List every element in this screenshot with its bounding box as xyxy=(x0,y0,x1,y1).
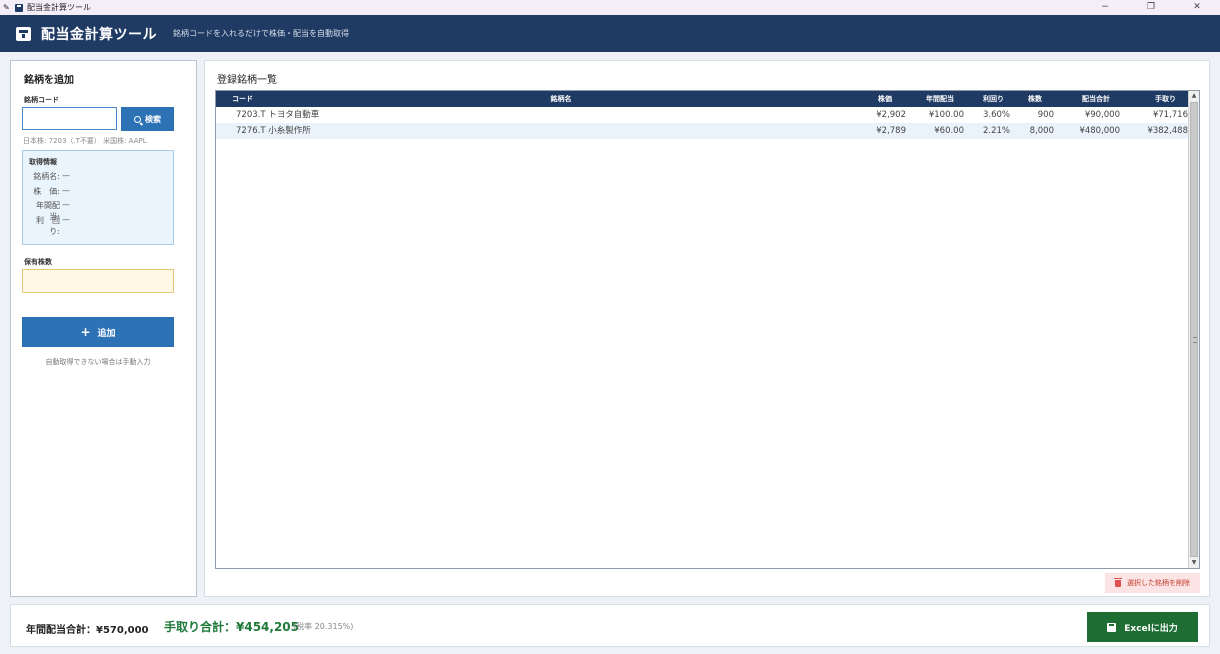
summary-footer: 年間配当合計：¥570,000 手取り合計：¥454,205 (税率 20.31… xyxy=(10,604,1210,647)
app-disk-icon xyxy=(15,3,23,12)
delete-selected-label: 選択した銘柄を削除 xyxy=(1127,579,1190,587)
delete-selected-button[interactable]: 選択した銘柄を削除 xyxy=(1105,573,1200,593)
add-note: 自動取得できない場合は手動入力 xyxy=(45,358,151,366)
annual-dividend-total: 年間配当合計：¥570,000 xyxy=(26,625,149,636)
info-value: — xyxy=(62,215,70,224)
cell-net: ¥71,716 xyxy=(1152,110,1188,120)
window-title: 配当金計算ツール xyxy=(27,3,91,12)
column-header-total[interactable]: 配当合計 xyxy=(1054,91,1110,107)
window-controls: − ❐ ✕ xyxy=(1082,0,1220,15)
column-header-yield[interactable]: 利回り xyxy=(964,91,1004,107)
fetched-info-title: 取得情報 xyxy=(29,158,57,166)
info-row-name: 銘柄名: — xyxy=(27,171,70,182)
code-hint: 日本株: 7203（.T不要） 米国株: AAPL xyxy=(23,137,147,145)
cell-price: ¥2,902 xyxy=(876,110,906,120)
info-row-price: 株 価: — xyxy=(27,186,70,197)
cell-shares: 8,000 xyxy=(1029,126,1054,136)
table-scrollbar[interactable]: ▲ ▼ xyxy=(1188,91,1199,568)
add-stock-panel: 銘柄を追加 銘柄コード 検索 日本株: 7203（.T不要） 米国株: AAPL… xyxy=(10,60,197,597)
close-button[interactable]: ✕ xyxy=(1174,0,1220,15)
cell-code-name: 7276.T 小糸製作所 xyxy=(236,126,311,136)
column-header-price[interactable]: 株価 xyxy=(836,91,892,107)
net-total: 手取り合計：¥454,205 xyxy=(164,620,300,634)
cell-net: ¥382,488 xyxy=(1147,126,1188,136)
app-subtitle: 銘柄コードを入れるだけで株価・配当を自動取得 xyxy=(173,29,349,38)
column-header-shares[interactable]: 株数 xyxy=(1010,91,1042,107)
cell-yield: 2.21% xyxy=(982,126,1010,136)
add-button-label: 追加 xyxy=(97,328,116,339)
tax-rate-note: (税率 20.315%) xyxy=(293,622,354,631)
code-label: 銘柄コード xyxy=(24,96,59,104)
table-header: コード 銘柄名 株価 年間配当 利回り 株数 配当合計 手取り xyxy=(216,91,1189,107)
column-header-dividend[interactable]: 年間配当 xyxy=(906,91,954,107)
restore-button[interactable]: ❐ xyxy=(1128,0,1174,15)
scrollbar-grip-icon xyxy=(1193,337,1197,343)
app-title: 配当金計算ツール xyxy=(41,26,157,43)
cell-dividend: ¥100.00 xyxy=(928,110,964,120)
pen-icon: ✎ xyxy=(3,3,10,12)
cell-total: ¥90,000 xyxy=(1084,110,1120,120)
info-key: 株 価: xyxy=(33,187,60,196)
info-value: — xyxy=(62,186,70,195)
scrollbar-thumb[interactable] xyxy=(1190,102,1198,557)
search-button[interactable]: 検索 xyxy=(121,107,174,131)
add-stock-title: 銘柄を追加 xyxy=(24,75,74,86)
stock-list-panel: 登録銘柄一覧 コード 銘柄名 株価 年間配当 利回り 株数 配当合計 手取り 7… xyxy=(204,60,1210,597)
column-header-code[interactable]: コード xyxy=(232,91,253,107)
cell-code-name: 7203.T トヨタ自動車 xyxy=(236,110,320,120)
fetched-info-box: 取得情報 銘柄名: — 株 価: — 年間配当: — 利 回り: — xyxy=(22,150,174,245)
app-header: 配当金計算ツール 銘柄コードを入れるだけで株価・配当を自動取得 xyxy=(0,15,1220,52)
window-titlebar: ✎ 配当金計算ツール − ❐ ✕ xyxy=(0,0,1220,15)
cell-price: ¥2,789 xyxy=(876,126,906,136)
shares-input[interactable] xyxy=(22,269,174,293)
info-value: — xyxy=(62,171,70,180)
cell-dividend: ¥60.00 xyxy=(934,126,964,136)
save-icon xyxy=(1107,622,1117,632)
table-row[interactable]: 7203.T トヨタ自動車 ¥2,902 ¥100.00 3.60% 900 ¥… xyxy=(216,107,1189,123)
plus-icon: + xyxy=(80,325,91,339)
info-key: 利 回り: xyxy=(36,216,60,236)
search-button-label: 検索 xyxy=(145,114,161,124)
info-key: 銘柄名: xyxy=(33,172,60,181)
minimize-button[interactable]: − xyxy=(1082,0,1128,15)
trash-icon xyxy=(1114,577,1122,587)
shares-label: 保有株数 xyxy=(24,258,52,266)
search-icon xyxy=(134,115,141,123)
stock-table: コード 銘柄名 株価 年間配当 利回り 株数 配当合計 手取り 7203.T ト… xyxy=(215,90,1200,569)
stock-list-title: 登録銘柄一覧 xyxy=(217,75,277,86)
column-header-name[interactable]: 銘柄名 xyxy=(416,91,706,107)
scroll-up-arrow-icon[interactable]: ▲ xyxy=(1189,91,1199,101)
cell-shares: 900 xyxy=(1037,110,1054,120)
column-header-net[interactable]: 手取り xyxy=(1120,91,1176,107)
app-logo-icon xyxy=(16,26,31,41)
export-excel-button[interactable]: Excelに出力 xyxy=(1087,612,1198,642)
add-button[interactable]: + 追加 xyxy=(22,317,174,347)
scroll-down-arrow-icon[interactable]: ▼ xyxy=(1189,558,1199,568)
code-input[interactable] xyxy=(22,107,117,130)
cell-yield: 3.60% xyxy=(982,110,1010,120)
table-row[interactable]: 7276.T 小糸製作所 ¥2,789 ¥60.00 2.21% 8,000 ¥… xyxy=(216,123,1189,139)
export-excel-label: Excelに出力 xyxy=(1124,623,1178,634)
cell-total: ¥480,000 xyxy=(1079,126,1120,136)
info-row-yield: 利 回り: — xyxy=(27,215,70,237)
